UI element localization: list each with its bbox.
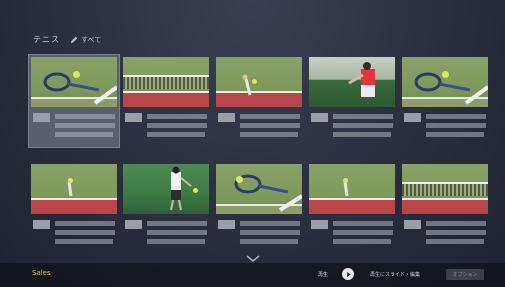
duration-badge bbox=[404, 220, 421, 229]
footer-left-label[interactable]: Sales bbox=[32, 269, 51, 277]
item-info bbox=[402, 113, 488, 143]
options-button[interactable]: オプション bbox=[446, 269, 484, 280]
chevron-down-icon[interactable] bbox=[246, 255, 260, 263]
list-item[interactable] bbox=[402, 57, 488, 143]
item-info bbox=[309, 113, 395, 143]
player-icon bbox=[343, 181, 349, 197]
list-item[interactable] bbox=[31, 164, 117, 250]
thumbnail bbox=[31, 164, 117, 214]
thumbnail bbox=[31, 57, 117, 107]
edit-icon bbox=[70, 36, 78, 43]
list-item[interactable] bbox=[402, 164, 488, 250]
duration-badge bbox=[311, 113, 328, 122]
duration-badge bbox=[218, 113, 235, 122]
item-info bbox=[216, 113, 302, 143]
list-item[interactable] bbox=[216, 57, 302, 143]
play-icon bbox=[346, 271, 351, 277]
item-info bbox=[123, 220, 209, 250]
filter-all-link[interactable]: すべて bbox=[70, 35, 101, 45]
duration-badge bbox=[311, 220, 328, 229]
duration-badge bbox=[125, 220, 142, 229]
thumbnail bbox=[309, 164, 395, 214]
item-info bbox=[309, 220, 395, 250]
thumbnail-grid bbox=[28, 54, 488, 254]
thumbnail bbox=[402, 57, 488, 107]
page-title: テニス bbox=[33, 35, 60, 44]
thumbnail bbox=[309, 57, 395, 107]
thumbnail bbox=[123, 164, 209, 214]
duration-badge bbox=[125, 113, 142, 122]
racket-icon bbox=[43, 72, 117, 105]
list-item[interactable] bbox=[309, 164, 395, 250]
player-icon bbox=[348, 62, 375, 97]
item-info bbox=[31, 113, 117, 143]
thumbnail bbox=[216, 57, 302, 107]
item-info bbox=[402, 220, 488, 250]
footer-bar: Sales 再生 再生にスライド・編集 オプション bbox=[0, 263, 505, 287]
item-info bbox=[31, 220, 117, 250]
item-info bbox=[123, 113, 209, 143]
thumbnail bbox=[123, 57, 209, 107]
play-hint-label: 再生 bbox=[318, 272, 329, 278]
list-item[interactable] bbox=[28, 54, 120, 148]
item-info bbox=[216, 220, 302, 250]
list-item[interactable] bbox=[309, 57, 395, 143]
thumbnail bbox=[402, 164, 488, 214]
thumbnail bbox=[216, 164, 302, 214]
duration-badge bbox=[404, 113, 421, 122]
header: テニス すべて bbox=[33, 34, 101, 45]
racket-icon bbox=[414, 72, 488, 105]
play-button[interactable] bbox=[342, 268, 354, 280]
racket-icon bbox=[234, 174, 302, 212]
filter-label: すべて bbox=[81, 35, 102, 44]
player-icon bbox=[242, 74, 252, 96]
player-icon bbox=[67, 181, 73, 197]
list-item[interactable] bbox=[123, 164, 209, 250]
list-item[interactable] bbox=[123, 57, 209, 143]
duration-badge bbox=[33, 220, 50, 229]
duration-badge bbox=[33, 113, 50, 122]
list-item[interactable] bbox=[216, 164, 302, 250]
options-hint-label: 再生にスライド・編集 bbox=[370, 272, 421, 278]
duration-badge bbox=[218, 220, 235, 229]
